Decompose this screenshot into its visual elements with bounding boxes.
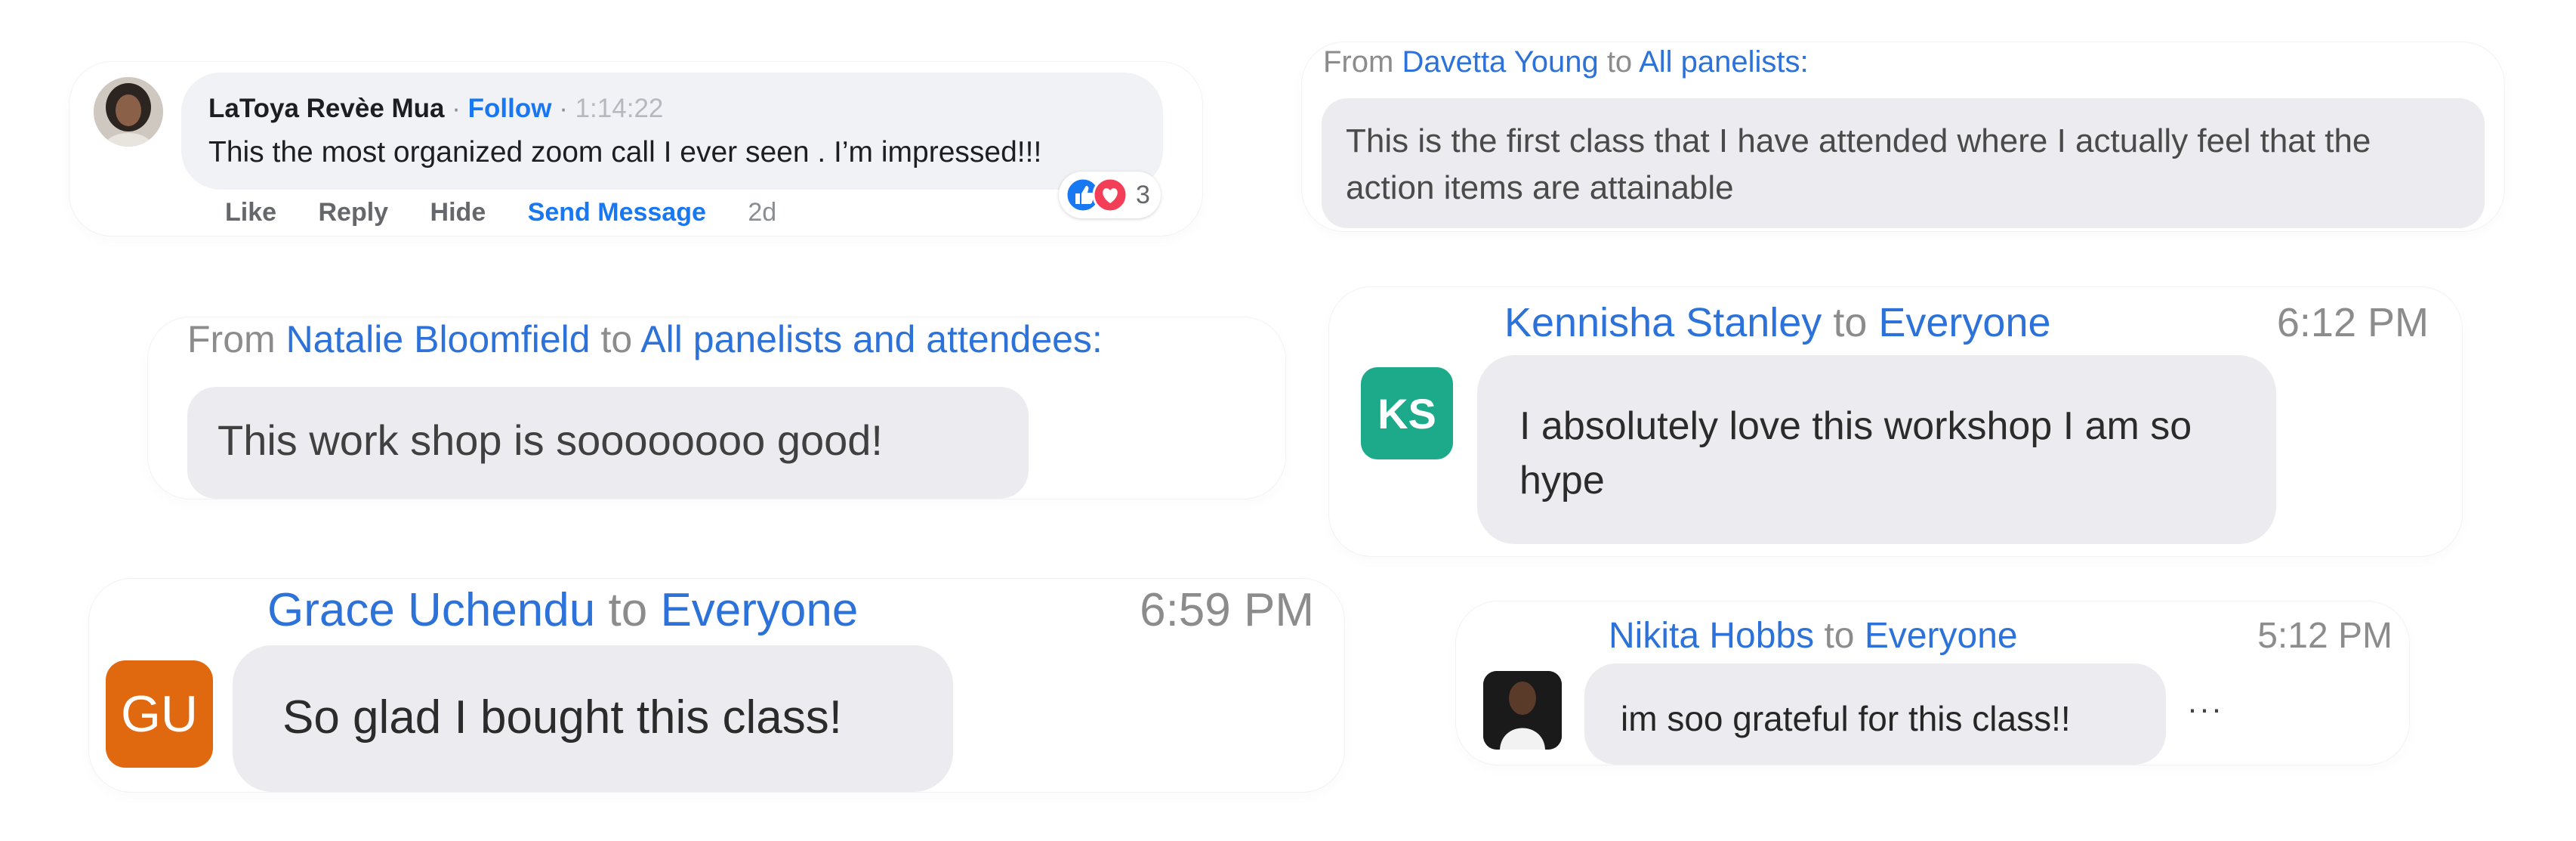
sender-name[interactable]: Grace Uchendu: [267, 584, 595, 636]
chat-message-kennisha: Kennisha Stanley to Everyone 6:12 PM KS …: [1329, 287, 2462, 556]
message-header: Kennisha Stanley to Everyone: [1504, 299, 2051, 346]
love-reaction-icon: [1092, 177, 1128, 213]
avatar[interactable]: [1483, 671, 1562, 750]
avatar-initials[interactable]: KS: [1361, 367, 1453, 459]
to-label: to: [1824, 616, 1855, 656]
recipient-name[interactable]: Everyone: [1865, 616, 2018, 656]
facebook-comment-card: LaToya Revèe Mua · Follow · 1:14:22 This…: [69, 62, 1202, 236]
sender-name[interactable]: Nikita Hobbs: [1609, 616, 1814, 656]
recipient-name[interactable]: Everyone: [660, 584, 858, 636]
recipient-name[interactable]: All panelists:: [1639, 45, 1809, 79]
message-header: From Davetta Young to All panelists:: [1323, 45, 1809, 79]
message-time: 5:12 PM: [2257, 616, 2392, 656]
avatar-initials[interactable]: GU: [106, 660, 213, 768]
reply-button[interactable]: Reply: [319, 198, 389, 227]
comment-age[interactable]: 2d: [748, 198, 776, 227]
comment-actions: Like Reply Hide Send Message 2d: [225, 198, 811, 227]
message-text: I absolutely love this workshop I am so …: [1519, 404, 2192, 502]
chat-message-nikita: Nikita Hobbs to Everyone 5:12 PM im soo …: [1456, 601, 2409, 765]
separator: ·: [452, 94, 461, 123]
recipient-name[interactable]: All panelists and attendees:: [640, 318, 1103, 360]
message-header: From Natalie Bloomfield to All panelists…: [187, 317, 1103, 361]
comment-text: This the most organized zoom call I ever…: [208, 136, 1042, 169]
message-text: This work shop is soooooooo good!: [217, 416, 883, 464]
message-time: 6:59 PM: [1140, 584, 1314, 636]
follow-link[interactable]: Follow: [468, 94, 552, 123]
commenter-name[interactable]: LaToya Revèe Mua: [208, 94, 445, 123]
message-text: This is the first class that I have atte…: [1346, 122, 2371, 206]
reaction-count: 3: [1136, 180, 1150, 209]
to-label: to: [1833, 300, 1868, 345]
hide-button[interactable]: Hide: [430, 198, 486, 227]
to-label: to: [1606, 45, 1633, 79]
message-header: Grace Uchendu to Everyone: [267, 583, 858, 637]
comment-header: LaToya Revèe Mua · Follow · 1:14:22: [208, 94, 663, 124]
separator: ·: [559, 94, 568, 123]
sender-name[interactable]: Davetta Young: [1402, 45, 1598, 79]
chat-message-grace: Grace Uchendu to Everyone 6:59 PM GU So …: [89, 579, 1344, 792]
chat-message-davetta: From Davetta Young to All panelists: Thi…: [1302, 42, 2504, 231]
message-text: So glad I bought this class!: [282, 691, 843, 744]
recipient-name[interactable]: Everyone: [1878, 300, 2050, 345]
avatar[interactable]: [94, 77, 163, 147]
message-time: 6:12 PM: [2276, 300, 2429, 345]
sender-name[interactable]: Kennisha Stanley: [1504, 300, 1822, 345]
comment-timestamp[interactable]: 1:14:22: [575, 94, 664, 123]
from-label: From: [187, 318, 276, 360]
chat-message-natalie: From Natalie Bloomfield to All panelists…: [148, 317, 1285, 499]
reactions-badge[interactable]: 3: [1059, 172, 1161, 218]
from-label: From: [1323, 45, 1394, 79]
send-message-button[interactable]: Send Message: [528, 198, 706, 227]
message-text: im soo grateful for this class!!: [1621, 699, 2071, 738]
comment-bubble: [181, 73, 1163, 190]
to-label: to: [600, 318, 633, 360]
more-options-icon[interactable]: ···: [2187, 691, 2223, 727]
message-header: Nikita Hobbs to Everyone: [1609, 615, 2018, 657]
like-button[interactable]: Like: [225, 198, 276, 227]
sender-name[interactable]: Natalie Bloomfield: [286, 318, 591, 360]
to-label: to: [608, 584, 648, 636]
